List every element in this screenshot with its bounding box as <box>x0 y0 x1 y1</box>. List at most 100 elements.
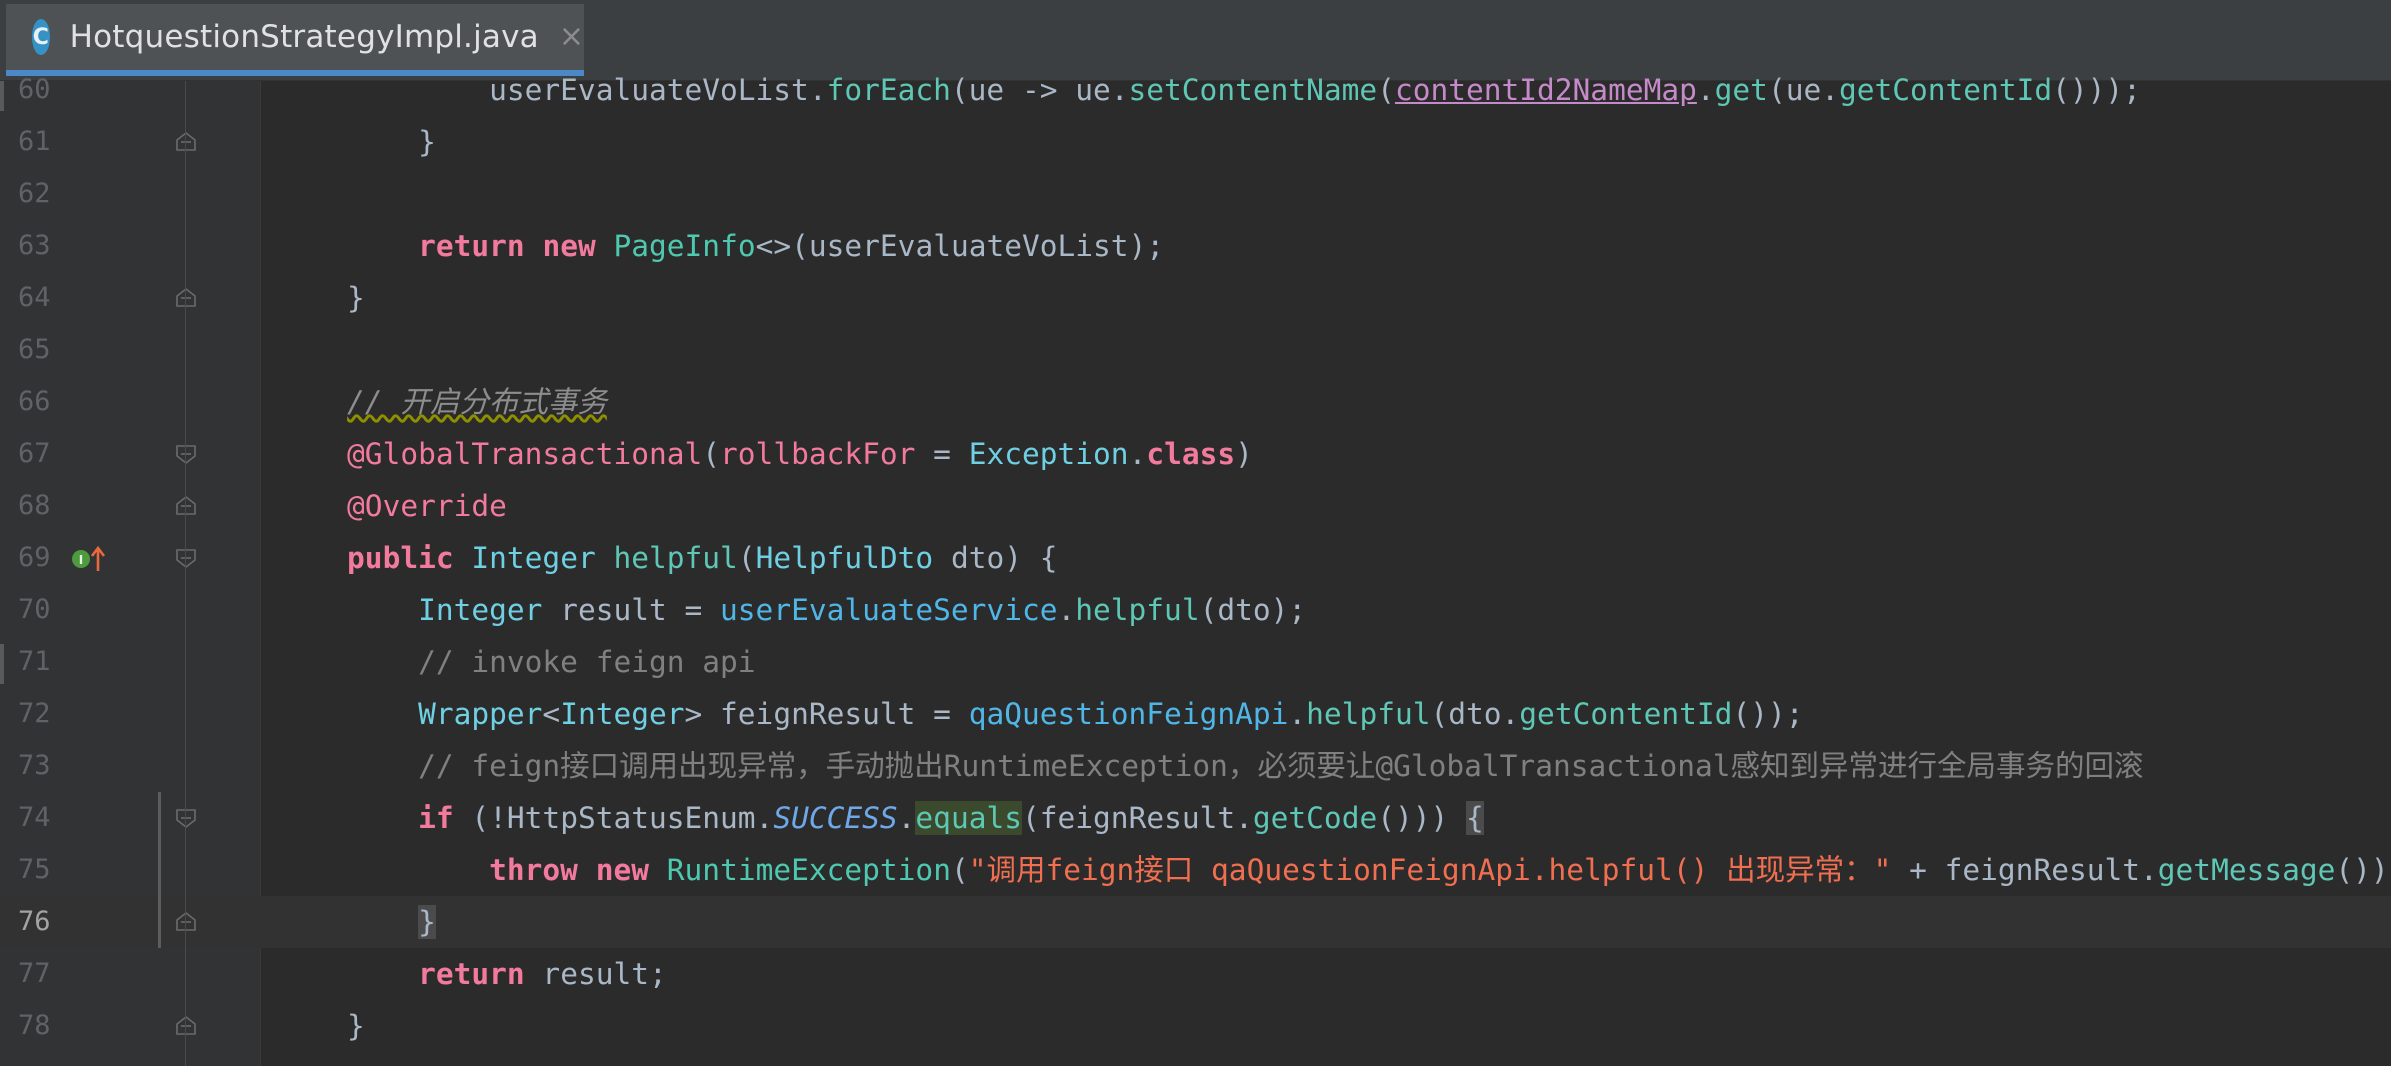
code-token: . <box>897 801 916 835</box>
line-number[interactable]: 62 <box>18 168 74 220</box>
close-icon[interactable]: × <box>559 22 584 52</box>
code-token: (feignResult. <box>1022 801 1253 835</box>
code-text[interactable]: // feign接口调用出现异常，手动抛出RuntimeException，必须… <box>276 740 2144 792</box>
code-token: RuntimeException <box>666 853 951 887</box>
code-text[interactable]: public Integer helpful(HelpfulDto dto) { <box>276 532 1058 584</box>
line-number[interactable]: 72 <box>18 688 74 740</box>
code-text[interactable]: return result; <box>276 948 667 1000</box>
fold-marker-icon[interactable] <box>175 807 197 829</box>
line-number[interactable]: 67 <box>18 428 74 480</box>
code-token: return <box>418 957 525 991</box>
code-token: new <box>542 229 596 263</box>
code-line[interactable]: 74 if (!HttpStatusEnum.SUCCESS.equals(fe… <box>0 792 2391 844</box>
fold-marker-icon[interactable] <box>175 495 197 517</box>
code-line[interactable]: 71 // invoke feign api <box>0 636 2391 688</box>
code-token: qaQuestionFeignApi <box>968 697 1289 731</box>
line-number[interactable]: 77 <box>18 948 74 1000</box>
code-token: get <box>1714 73 1768 107</box>
line-number[interactable]: 61 <box>18 116 74 168</box>
code-text[interactable]: userEvaluateVoList.forEach(ue -> ue.setC… <box>276 64 2141 116</box>
change-marker <box>0 644 4 684</box>
line-number[interactable]: 70 <box>18 584 74 636</box>
code-text[interactable]: } <box>276 896 436 948</box>
line-number[interactable]: 63 <box>18 220 74 272</box>
line-number[interactable]: 78 <box>18 1000 74 1052</box>
code-line[interactable]: 62 <box>0 168 2391 220</box>
code-text[interactable]: } <box>276 1000 365 1052</box>
code-text[interactable]: // 开启分布式事务 <box>276 376 607 428</box>
line-number[interactable]: 71 <box>18 636 74 688</box>
code-token: HelpfulDto <box>755 541 934 575</box>
code-line[interactable]: 66 // 开启分布式事务 <box>0 376 2391 428</box>
code-line[interactable]: 77 return result; <box>0 948 2391 1000</box>
code-line[interactable]: 75 throw new RuntimeException("调用feign接口… <box>0 844 2391 896</box>
code-token: ( <box>950 853 969 887</box>
code-token: @Override <box>347 489 507 523</box>
code-token: result = <box>542 593 721 627</box>
code-line[interactable]: 64 } <box>0 272 2391 324</box>
line-number[interactable]: 75 <box>18 844 74 896</box>
fold-marker-icon[interactable] <box>175 547 197 569</box>
code-line[interactable]: 60 userEvaluateVoList.forEach(ue -> ue.s… <box>0 64 2391 116</box>
ide-window: C HotquestionStrategyImpl.java × 60 user… <box>0 0 2391 1066</box>
code-line[interactable]: 68 @Override <box>0 480 2391 532</box>
code-line[interactable]: 72 Wrapper<Integer> feignResult = qaQues… <box>0 688 2391 740</box>
code-token: < <box>542 697 561 731</box>
line-number[interactable]: 74 <box>18 792 74 844</box>
fold-marker-icon[interactable] <box>175 1015 197 1037</box>
code-line[interactable]: 78 } <box>0 1000 2391 1052</box>
fold-marker-icon[interactable] <box>175 443 197 465</box>
code-text[interactable]: @GlobalTransactional(rollbackFor = Excep… <box>276 428 1253 480</box>
code-line[interactable]: 70 Integer result = userEvaluateService.… <box>0 584 2391 636</box>
code-text[interactable]: // invoke feign api <box>276 636 755 688</box>
code-token: "调用feign接口 qaQuestionFeignApi.helpful() … <box>968 853 1892 887</box>
code-text[interactable]: } <box>276 272 365 324</box>
code-text[interactable]: } <box>276 116 436 168</box>
fold-marker-icon[interactable] <box>175 287 197 309</box>
code-token: . <box>1057 593 1076 627</box>
code-token: ( <box>737 541 756 575</box>
line-number[interactable]: 66 <box>18 376 74 428</box>
code-token: getMessage <box>2157 853 2336 887</box>
code-text[interactable]: Wrapper<Integer> feignResult = qaQuestio… <box>276 688 1803 740</box>
code-line[interactable]: 61 } <box>0 116 2391 168</box>
code-line[interactable]: 76 } <box>0 896 2391 948</box>
code-token: Integer <box>471 541 596 575</box>
code-text[interactable]: throw new RuntimeException("调用feign接口 qa… <box>276 844 2391 896</box>
code-token: dto) { <box>933 541 1058 575</box>
code-line[interactable]: 73 // feign接口调用出现异常，手动抛出RuntimeException… <box>0 740 2391 792</box>
code-token: userEvaluateVoList. <box>276 73 827 107</box>
fold-marker-icon[interactable] <box>175 131 197 153</box>
line-number[interactable]: 73 <box>18 740 74 792</box>
line-number[interactable]: 60 <box>18 64 74 116</box>
line-number[interactable]: 64 <box>18 272 74 324</box>
code-text[interactable]: @Override <box>276 480 507 532</box>
code-line[interactable]: 65 <box>0 324 2391 376</box>
code-token: (dto); <box>1199 593 1307 627</box>
code-token: userEvaluateService <box>720 593 1058 627</box>
code-token: <>(userEvaluateVoList); <box>755 229 1165 263</box>
block-scope-marker <box>158 792 161 948</box>
code-text[interactable]: Integer result = userEvaluateService.hel… <box>276 584 1306 636</box>
code-editor[interactable]: 60 userEvaluateVoList.forEach(ue -> ue.s… <box>0 73 2391 1066</box>
line-number[interactable]: 69 <box>18 532 74 584</box>
code-line[interactable]: 69 public Integer helpful(HelpfulDto dto… <box>0 532 2391 584</box>
code-text[interactable]: if (!HttpStatusEnum.SUCCESS.equals(feign… <box>276 792 1484 844</box>
code-token: // feign接口调用出现异常，手动抛出RuntimeException，必须… <box>418 749 2144 783</box>
line-number[interactable]: 76 <box>18 896 74 948</box>
line-number[interactable]: 65 <box>18 324 74 376</box>
code-text[interactable]: return new PageInfo<>(userEvaluateVoList… <box>276 220 1164 272</box>
code-token: @GlobalTransactional <box>347 437 703 471</box>
line-number[interactable]: 68 <box>18 480 74 532</box>
implements-up-arrow-icon[interactable]: I <box>70 544 106 574</box>
code-line[interactable]: 63 return new PageInfo<>(userEvaluateVoL… <box>0 220 2391 272</box>
fold-marker-icon[interactable] <box>175 911 197 933</box>
code-line[interactable]: 67 @GlobalTransactional(rollbackFor = Ex… <box>0 428 2391 480</box>
code-token: SUCCESS <box>773 801 898 835</box>
